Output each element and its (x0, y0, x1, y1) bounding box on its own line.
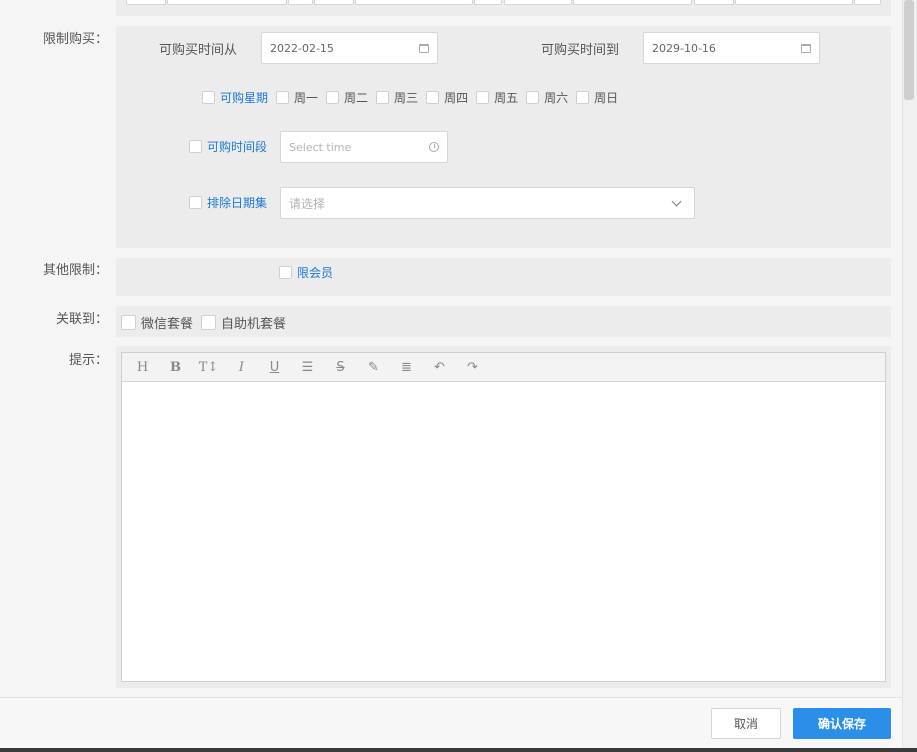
window-bottom-edge (0, 748, 917, 752)
top-input-6[interactable] (474, 0, 502, 5)
time-to-value: 2029-10-16 (652, 41, 716, 55)
clock-icon (429, 142, 439, 152)
heading-icon[interactable]: H (126, 353, 159, 381)
underline-icon[interactable]: U (258, 353, 291, 381)
checkbox[interactable] (276, 91, 290, 104)
time-from-label: 可购买时间从 (159, 43, 238, 58)
scrollbar-track[interactable] (902, 0, 917, 752)
weekday-text: 周六 (544, 91, 569, 105)
option-label: 微信套餐 (141, 317, 194, 332)
checkbox[interactable] (476, 91, 490, 104)
weekday-text: 周四 (444, 91, 469, 105)
pen-icon[interactable]: ✎ (357, 353, 390, 381)
weekday-mon[interactable]: 周一 (276, 89, 318, 106)
checkbox[interactable] (576, 91, 590, 104)
exclude-dates-placeholder: 请选择 (289, 196, 326, 211)
other-limit-label: 其他限制： (42, 263, 108, 278)
rich-text-editor: H B T↕ I U ☰ S ✎ ≣ ↶ ↷ (121, 352, 886, 682)
cancel-button[interactable]: 取消 (711, 708, 781, 739)
link-to-label: 关联到： (55, 312, 108, 327)
weekday-text: 周日 (594, 91, 619, 105)
bold-icon[interactable]: B (159, 353, 192, 381)
exclude-dates-checkbox[interactable] (189, 196, 202, 209)
top-input-9[interactable] (694, 0, 734, 5)
limit-purchase-label: 限制购买： (42, 32, 108, 47)
calendar-icon (419, 43, 429, 53)
time-range-toggle[interactable]: 可购时间段 (189, 138, 267, 155)
time-to-datepicker[interactable]: 2029-10-16 (643, 32, 820, 64)
time-to-label: 可购买时间到 (541, 43, 620, 58)
weekday-toggle[interactable]: 可购星期 (202, 89, 268, 106)
strikethrough-icon[interactable]: S (324, 353, 357, 381)
member-only-label: 限会员 (297, 266, 334, 280)
top-input-1[interactable] (126, 0, 166, 5)
weekday-text: 周二 (344, 91, 369, 105)
checkbox[interactable] (426, 91, 440, 104)
kiosk-package-option[interactable]: 自助机套餐 (201, 313, 286, 332)
weekday-text: 周五 (494, 91, 519, 105)
scrollbar-thumb[interactable] (904, 0, 914, 100)
checkbox[interactable] (326, 91, 340, 104)
member-only-toggle[interactable]: 限会员 (279, 264, 333, 281)
list-icon[interactable]: ☰ (291, 353, 324, 381)
checkbox[interactable] (376, 91, 390, 104)
time-from-value: 2022-02-15 (270, 41, 334, 55)
align-icon[interactable]: ≣ (390, 353, 423, 381)
top-input-10[interactable] (735, 0, 853, 5)
checkbox[interactable] (526, 91, 540, 104)
editor-toolbar: H B T↕ I U ☰ S ✎ ≣ ↶ ↷ (122, 353, 885, 382)
weekday-row: 可购星期 周一 周二 周三 周四 周五 周六 周日 (202, 89, 618, 106)
time-range-checkbox[interactable] (189, 140, 202, 153)
weekday-checkbox[interactable] (202, 91, 215, 104)
link-to-options: 微信套餐 自助机套餐 (121, 313, 286, 332)
top-row-inputs (116, 0, 891, 6)
hint-label: 提示： (68, 353, 108, 368)
italic-icon[interactable]: I (225, 353, 258, 381)
weekday-sun[interactable]: 周日 (576, 89, 618, 106)
top-input-4[interactable] (314, 0, 354, 5)
member-only-checkbox[interactable] (279, 266, 292, 279)
time-range-label: 可购时间段 (207, 140, 268, 154)
weekday-wed[interactable]: 周三 (376, 89, 418, 106)
weekday-tue[interactable]: 周二 (326, 89, 368, 106)
time-range-placeholder: Select time (289, 140, 352, 154)
top-input-7[interactable] (504, 0, 572, 5)
checkbox[interactable] (201, 315, 217, 330)
editor-content[interactable] (122, 383, 885, 681)
time-range-picker[interactable]: Select time (280, 131, 448, 163)
confirm-save-button[interactable]: 确认保存 (793, 708, 891, 739)
top-input-8[interactable] (573, 0, 692, 5)
exclude-dates-select[interactable]: 请选择 (280, 187, 695, 219)
top-input-11[interactable] (854, 0, 881, 5)
time-from-datepicker[interactable]: 2022-02-15 (261, 32, 438, 64)
redo-icon[interactable]: ↷ (456, 353, 489, 381)
top-input-5[interactable] (355, 0, 473, 5)
exclude-dates-label: 排除日期集 (207, 196, 268, 210)
weekday-sat[interactable]: 周六 (526, 89, 568, 106)
exclude-dates-toggle[interactable]: 排除日期集 (189, 194, 267, 211)
weekday-thu[interactable]: 周四 (426, 89, 468, 106)
weekday-text: 周三 (394, 91, 419, 105)
weekday-fri[interactable]: 周五 (476, 89, 518, 106)
top-input-3[interactable] (288, 0, 313, 5)
chevron-down-icon (671, 196, 682, 206)
weekday-text: 周一 (294, 91, 319, 105)
checkbox[interactable] (121, 315, 136, 330)
top-input-2[interactable] (167, 0, 287, 5)
text-size-icon[interactable]: T↕ (192, 353, 225, 381)
calendar-icon (801, 43, 811, 53)
other-limit-panel (116, 258, 891, 296)
option-label: 自助机套餐 (221, 317, 287, 332)
wechat-package-option[interactable]: 微信套餐 (121, 313, 193, 332)
undo-icon[interactable]: ↶ (423, 353, 456, 381)
weekday-label: 可购星期 (220, 91, 269, 105)
